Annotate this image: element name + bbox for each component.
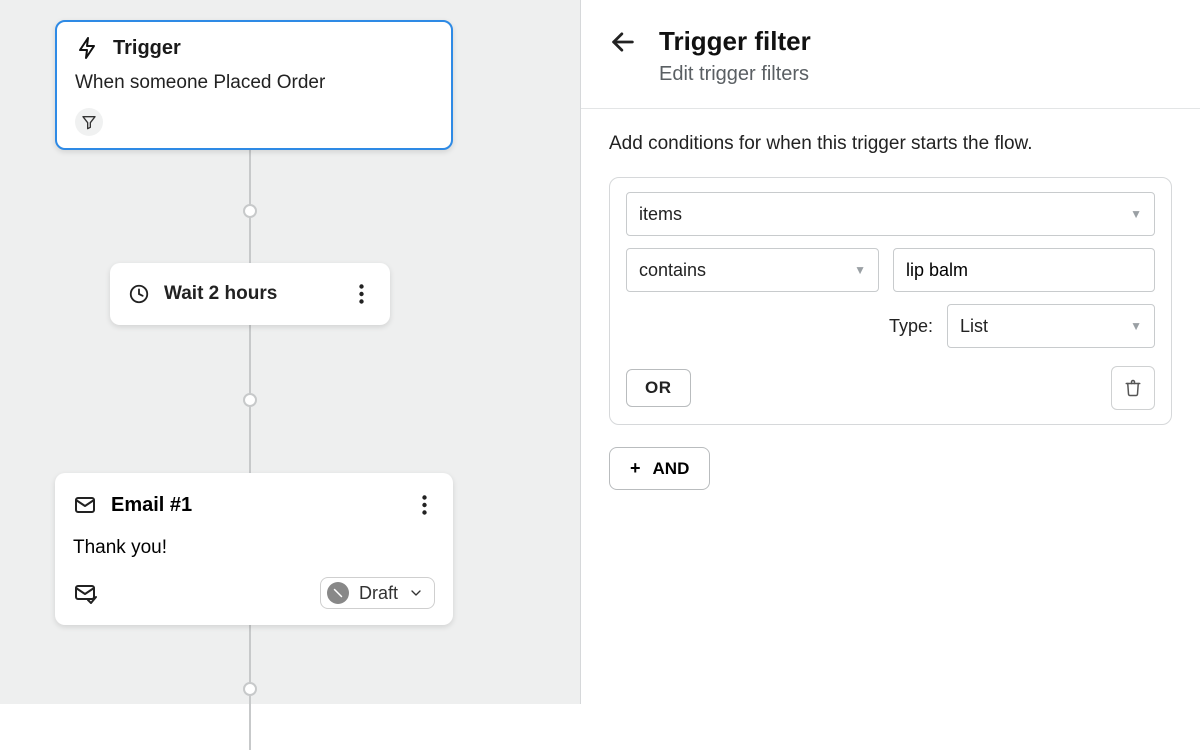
chevron-down-icon: ▼ — [854, 263, 866, 277]
chevron-down-icon — [408, 585, 424, 601]
trash-icon — [1124, 379, 1142, 397]
email-title: Email #1 — [111, 494, 192, 517]
and-label: AND — [653, 459, 690, 479]
flow-canvas: Trigger When someone Placed Order Wait 2… — [0, 0, 581, 704]
mail-icon — [73, 493, 97, 517]
panel-title: Trigger filter — [659, 26, 811, 57]
trigger-description: When someone Placed Order — [75, 72, 433, 94]
filter-panel: Trigger filter Edit trigger filters Add … — [581, 0, 1200, 704]
field-select-value: items — [639, 204, 682, 225]
condition-group: items ▼ contains ▼ Type: List ▼ — [609, 177, 1172, 425]
operator-select[interactable]: contains ▼ — [626, 248, 879, 292]
email-subject: Thank you! — [73, 537, 435, 559]
trigger-card[interactable]: Trigger When someone Placed Order — [55, 20, 453, 150]
draft-dot-icon — [327, 582, 349, 604]
chevron-down-icon: ▼ — [1130, 207, 1142, 221]
plus-icon: + — [630, 458, 641, 479]
more-icon[interactable] — [414, 491, 435, 519]
status-select[interactable]: Draft — [320, 577, 435, 609]
panel-hint: Add conditions for when this trigger sta… — [609, 133, 1172, 155]
connector-dot[interactable] — [243, 393, 257, 407]
type-label: Type: — [889, 316, 933, 337]
value-input[interactable] — [893, 248, 1155, 292]
field-select[interactable]: items ▼ — [626, 192, 1155, 236]
filter-icon[interactable] — [75, 108, 103, 136]
panel-subtitle: Edit trigger filters — [659, 63, 811, 86]
back-button[interactable] — [609, 26, 637, 56]
email-card[interactable]: Email #1 Thank you! Draft — [55, 473, 453, 625]
and-button[interactable]: + AND — [609, 447, 710, 490]
more-icon[interactable] — [351, 280, 372, 308]
delete-condition-button[interactable] — [1111, 366, 1155, 410]
value-input-field[interactable] — [906, 260, 1142, 281]
or-button[interactable]: OR — [626, 369, 691, 407]
wait-label: Wait 2 hours — [164, 283, 277, 305]
lightning-icon — [75, 36, 99, 60]
type-select-value: List — [960, 316, 988, 337]
trigger-title: Trigger — [113, 37, 181, 60]
wait-card[interactable]: Wait 2 hours — [110, 263, 390, 325]
connector-dot[interactable] — [243, 682, 257, 696]
operator-select-value: contains — [639, 260, 706, 281]
status-label: Draft — [359, 583, 398, 604]
type-select[interactable]: List ▼ — [947, 304, 1155, 348]
mail-check-icon[interactable] — [73, 581, 97, 605]
clock-icon — [128, 283, 150, 305]
connector-line — [249, 150, 251, 750]
chevron-down-icon: ▼ — [1130, 319, 1142, 333]
connector-dot[interactable] — [243, 204, 257, 218]
